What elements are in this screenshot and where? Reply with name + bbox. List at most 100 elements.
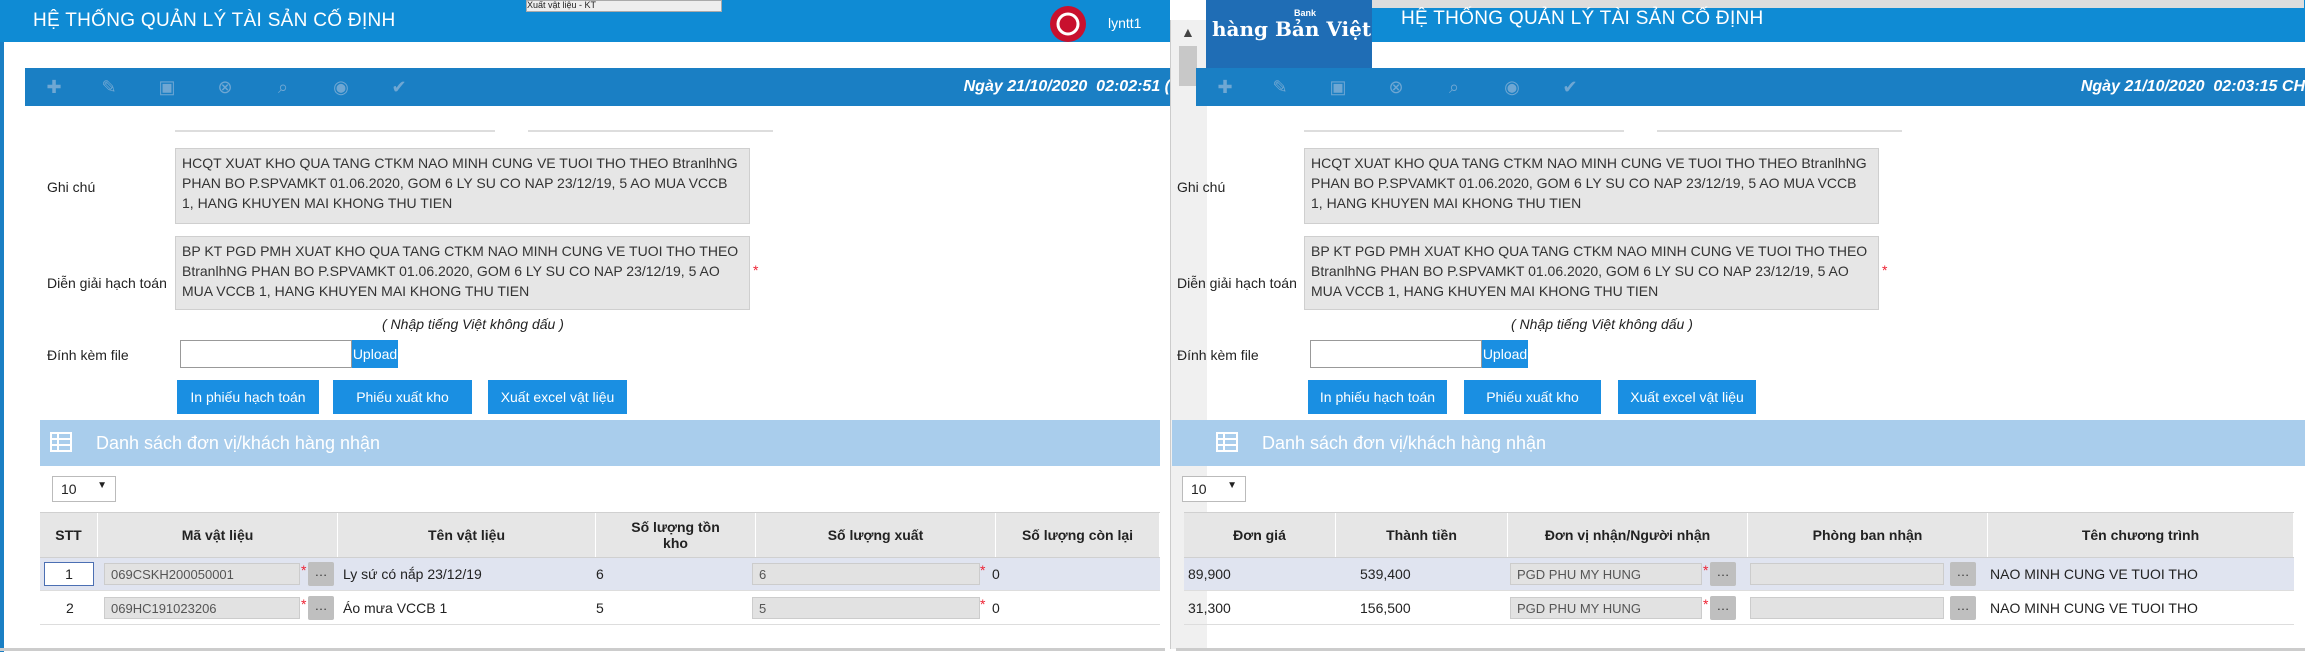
right-datetime: Ngày 21/10/2020 02:03:15 CH bbox=[2081, 78, 2305, 96]
lookup-button[interactable]: … bbox=[1950, 596, 1976, 620]
view-icon[interactable]: ◉ bbox=[1503, 78, 1521, 96]
program-name: NAO MINH CUNG VE TUOI THO bbox=[1990, 566, 2198, 582]
lookup-button[interactable]: … bbox=[1710, 562, 1736, 586]
unit-price: 89,900 bbox=[1188, 566, 1231, 582]
divider bbox=[175, 130, 495, 132]
explain-label: Diễn giải hạch toán bbox=[1177, 275, 1297, 291]
delete-icon[interactable]: ⊗ bbox=[1387, 78, 1405, 96]
page-left-border bbox=[0, 42, 4, 652]
material-code-field[interactable]: 069HC191023206 bbox=[104, 597, 300, 619]
material-name: Ly sứ có nắp 23/12/19 bbox=[343, 566, 482, 582]
col-program: Tên chương trình bbox=[1988, 513, 2294, 557]
receiver-field[interactable]: PGD PHU MY HUNG bbox=[1510, 563, 1702, 585]
page-size-value: 10 bbox=[1191, 481, 1207, 497]
note-textarea[interactable]: HCQT XUAT KHO QUA TANG CTKM NAO MINH CUN… bbox=[175, 148, 750, 224]
page-size-select[interactable]: 10 ▼ bbox=[52, 476, 116, 502]
right-app-title: HỆ THỐNG QUẢN LÝ TÀI SẢN CỐ ĐỊNH bbox=[1401, 8, 1764, 29]
save-icon[interactable]: ▣ bbox=[158, 78, 176, 96]
export-qty-field[interactable]: 6 bbox=[752, 563, 980, 585]
approve-icon[interactable]: ✔ bbox=[1561, 78, 1579, 96]
bank-logo-text: hàng Bản Việt bbox=[1212, 17, 1372, 41]
panel-title: Danh sách đơn vị/khách hàng nhận bbox=[96, 433, 381, 453]
material-name: Áo mưa VCCB 1 bbox=[343, 600, 448, 616]
page-size-select[interactable]: 10 ▼ bbox=[1182, 476, 1246, 502]
export-qty-field[interactable]: 5 bbox=[752, 597, 980, 619]
recipient-list-panel-header: Danh sách đơn vị/khách hàng nhận bbox=[40, 420, 1160, 466]
right-browser-tabs bbox=[1366, 0, 2304, 8]
explain-textarea[interactable]: BP KT PGD PMH XUAT KHO QUA TANG CTKM NAO… bbox=[175, 236, 750, 310]
user-logo-icon bbox=[1056, 12, 1080, 36]
add-icon[interactable]: ✚ bbox=[1216, 78, 1234, 96]
upload-button[interactable]: Upload bbox=[352, 340, 398, 368]
divider bbox=[528, 130, 773, 132]
edit-icon[interactable]: ✎ bbox=[1271, 78, 1289, 96]
lookup-button[interactable]: … bbox=[1710, 596, 1736, 620]
approve-icon[interactable]: ✔ bbox=[390, 78, 408, 96]
left-toolbar: ✚ ✎ ▣ ⊗ ⌕ ◉ ✔ Ngày 21/10/2020 02:02:51 ( bbox=[25, 68, 1170, 106]
scroll-up-icon[interactable]: ▲ bbox=[1181, 24, 1195, 40]
required-marker: * bbox=[1703, 562, 1709, 578]
department-field[interactable] bbox=[1750, 563, 1944, 585]
table-icon bbox=[50, 432, 72, 452]
table-row[interactable]: 31,300 156,500 PGD PHU MY HUNG * … … NAO… bbox=[1184, 592, 2294, 625]
required-marker: * bbox=[753, 262, 759, 278]
explain-textarea[interactable]: BP KT PGD PMH XUAT KHO QUA TANG CTKM NAO… bbox=[1304, 236, 1879, 310]
left-username[interactable]: lyntt1 bbox=[1108, 15, 1141, 31]
chevron-down-icon: ▼ bbox=[1227, 480, 1237, 491]
edit-icon[interactable]: ✎ bbox=[100, 78, 118, 96]
table-row[interactable]: 2 069HC191023206 * … Áo mưa VCCB 1 5 5 *… bbox=[40, 592, 1160, 625]
lookup-button[interactable]: … bbox=[308, 596, 334, 620]
time-value: 02:02:51 ( bbox=[1096, 78, 1170, 95]
scroll-thumb[interactable] bbox=[1179, 46, 1197, 86]
col-stock-qty: Số lượng tồn kho bbox=[596, 513, 756, 557]
table-row[interactable]: 89,900 539,400 PGD PHU MY HUNG * … … NAO… bbox=[1184, 558, 2294, 591]
search-icon[interactable]: ⌕ bbox=[274, 78, 292, 96]
export-slip-button[interactable]: Phiếu xuất kho bbox=[333, 380, 472, 414]
left-browser-tab[interactable]: Xuất vật liệu - KT bbox=[526, 0, 722, 12]
add-icon[interactable]: ✚ bbox=[45, 78, 63, 96]
file-input[interactable] bbox=[180, 340, 352, 368]
amount: 156,500 bbox=[1360, 600, 1411, 616]
explain-label: Diễn giải hạch toán bbox=[47, 275, 167, 291]
export-excel-button[interactable]: Xuất excel vật liệu bbox=[1618, 380, 1756, 414]
left-user-avatar[interactable] bbox=[1050, 6, 1086, 42]
file-input[interactable] bbox=[1310, 340, 1482, 368]
program-name: NAO MINH CUNG VE TUOI THO bbox=[1990, 600, 2198, 616]
material-code-field[interactable]: 069CSKH200050001 bbox=[104, 563, 300, 585]
delete-icon[interactable]: ⊗ bbox=[216, 78, 234, 96]
print-accounting-button[interactable]: In phiếu hạch toán bbox=[1308, 380, 1447, 414]
right-window: Bank hàng Bản Việt HỆ THỐNG QUẢN LÝ TÀI … bbox=[1172, 0, 2305, 669]
input-hint: ( Nhập tiếng Việt không dấu ) bbox=[382, 316, 564, 332]
col-material-name: Tên vật liệu bbox=[338, 513, 596, 557]
export-slip-button[interactable]: Phiếu xuất kho bbox=[1464, 380, 1601, 414]
time-value: 02:03:15 CH bbox=[2213, 78, 2305, 95]
col-department: Phòng ban nhận bbox=[1748, 513, 1988, 557]
bottom-scroll-edge bbox=[1176, 648, 2305, 651]
save-icon[interactable]: ▣ bbox=[1329, 78, 1347, 96]
attach-label: Đính kèm file bbox=[1177, 347, 1259, 363]
export-excel-button[interactable]: Xuất excel vật liệu bbox=[488, 380, 627, 414]
col-amount: Thành tiền bbox=[1336, 513, 1508, 557]
col-stt: STT bbox=[40, 513, 98, 557]
left-table-header: STT Mã vật liệu Tên vật liệu Số lượng tồ… bbox=[40, 512, 1160, 558]
department-field[interactable] bbox=[1750, 597, 1944, 619]
view-icon[interactable]: ◉ bbox=[332, 78, 350, 96]
page-size-value: 10 bbox=[61, 481, 77, 497]
unit-price: 31,300 bbox=[1188, 600, 1231, 616]
search-icon[interactable]: ⌕ bbox=[1445, 78, 1463, 96]
input-hint: ( Nhập tiếng Việt không dấu ) bbox=[1511, 316, 1693, 332]
print-accounting-button[interactable]: In phiếu hạch toán bbox=[177, 380, 319, 414]
table-row[interactable]: 1 069CSKH200050001 * … Ly sứ có nắp 23/1… bbox=[40, 558, 1160, 591]
left-datetime: Ngày 21/10/2020 02:02:51 ( bbox=[964, 78, 1170, 96]
note-textarea[interactable]: HCQT XUAT KHO QUA TANG CTKM NAO MINH CUN… bbox=[1304, 148, 1879, 224]
divider bbox=[1657, 130, 1902, 132]
stock-qty: 5 bbox=[596, 600, 604, 616]
lookup-button[interactable]: … bbox=[308, 562, 334, 586]
required-marker: * bbox=[1703, 596, 1709, 612]
right-table-header: Đơn giá Thành tiền Đơn vị nhận/Người nhậ… bbox=[1184, 512, 2294, 558]
date-label: Ngày bbox=[963, 78, 1003, 95]
note-label: Ghi chú bbox=[47, 179, 96, 195]
lookup-button[interactable]: … bbox=[1950, 562, 1976, 586]
upload-button[interactable]: Upload bbox=[1482, 340, 1528, 368]
receiver-field[interactable]: PGD PHU MY HUNG bbox=[1510, 597, 1702, 619]
